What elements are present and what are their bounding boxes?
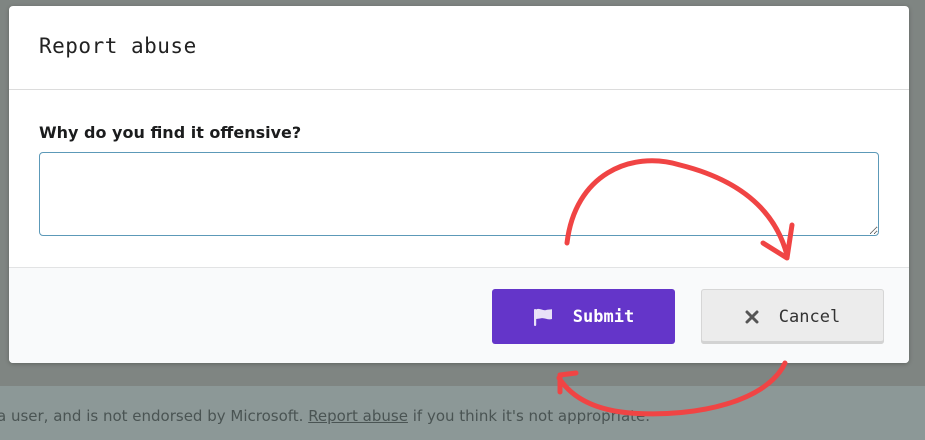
footer-text-after: if you think it's not appropriate.: [407, 407, 651, 425]
submit-button-label: Submit: [572, 306, 635, 327]
cancel-button-label: Cancel: [778, 306, 841, 327]
footer-text-before: a user, and is not endorsed by Microsoft…: [0, 407, 309, 425]
modal-title: Report abuse: [39, 34, 197, 58]
submit-button[interactable]: Submit: [492, 289, 675, 344]
reason-textarea[interactable]: [39, 152, 879, 236]
close-icon: [745, 310, 759, 324]
cancel-button[interactable]: Cancel: [701, 289, 884, 344]
flag-icon: [533, 308, 553, 326]
report-abuse-link[interactable]: Report abuse: [308, 407, 408, 425]
reason-field-label: Why do you find it offensive?: [39, 123, 302, 142]
report-abuse-modal: Report abuse Why do you find it offensiv…: [9, 6, 909, 363]
backdrop-footer-text: a user, and is not endorsed by Microsoft…: [0, 407, 650, 425]
modal-actions: Submit Cancel: [9, 267, 909, 363]
modal-header: Report abuse: [9, 6, 909, 90]
